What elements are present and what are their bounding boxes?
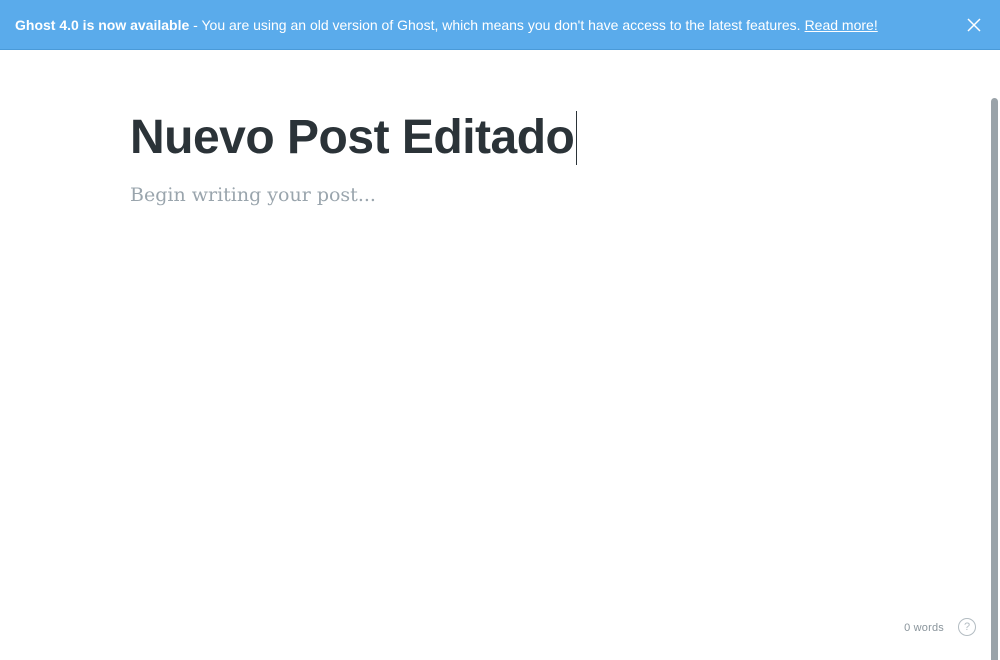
banner-message: Ghost 4.0 is now available - You are usi… (15, 17, 878, 33)
close-icon (967, 18, 981, 32)
post-title-text: Nuevo Post Editado (130, 111, 575, 164)
post-body-editor[interactable]: Begin writing your post... (130, 184, 376, 206)
banner-text: - You are using an old version of Ghost,… (189, 16, 801, 33)
read-more-link[interactable]: Read more! (805, 17, 878, 33)
close-banner-button[interactable] (964, 15, 984, 35)
editor-area[interactable]: Nuevo Post Editado Begin writing your po… (0, 50, 1000, 660)
upgrade-banner: Ghost 4.0 is now available - You are usi… (0, 0, 1000, 50)
word-count: 0 words (904, 622, 944, 634)
text-caret (576, 111, 578, 165)
help-button[interactable]: ? (958, 618, 976, 636)
post-title-input[interactable]: Nuevo Post Editado (130, 110, 578, 166)
question-circle-icon: ? (963, 621, 971, 633)
banner-headline: Ghost 4.0 is now available (15, 16, 190, 33)
scrollbar[interactable] (991, 98, 998, 660)
